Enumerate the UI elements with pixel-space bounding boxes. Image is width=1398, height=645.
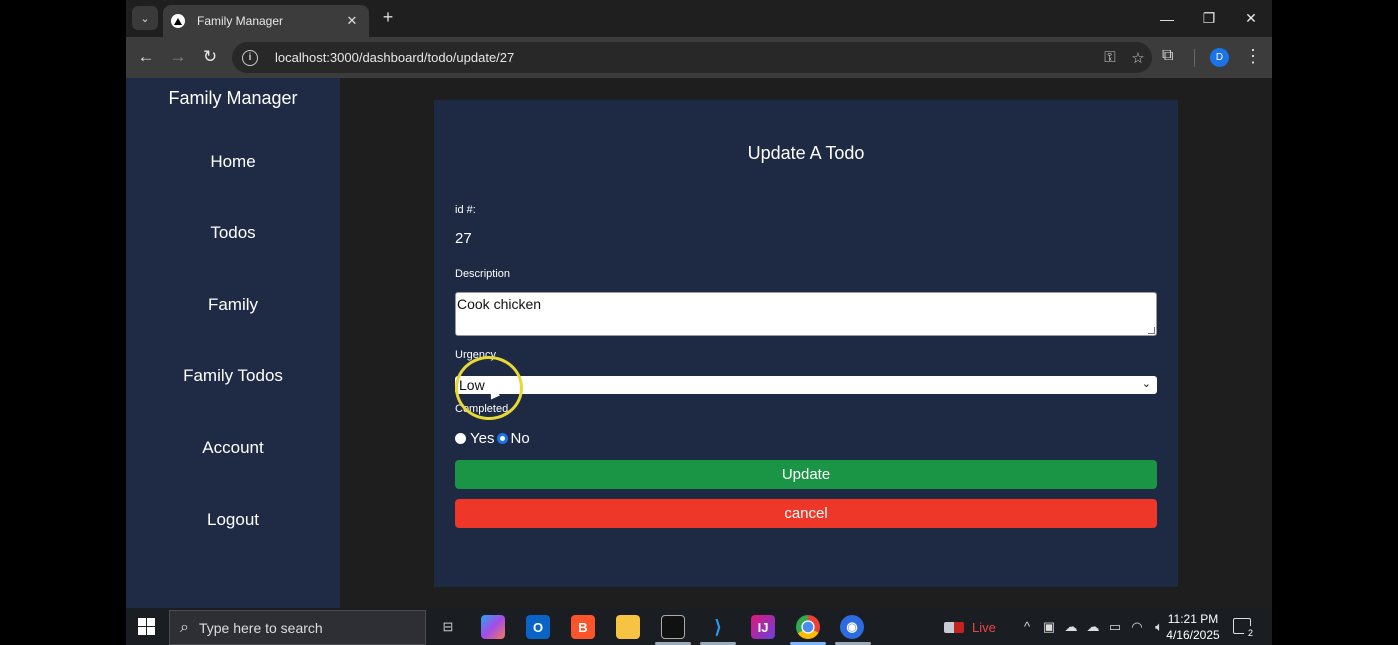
onedrive-icon[interactable]: ☁ — [1082, 619, 1104, 635]
meet-now-icon[interactable]: ▣ — [1038, 619, 1060, 635]
sidebar: Family Manager Home Todos Family Family … — [126, 78, 340, 608]
url-text[interactable]: localhost:3000/dashboard/todo/update/27 — [275, 50, 1096, 65]
completed-radio-group: Yes No — [455, 430, 530, 447]
live-widget[interactable]: Live — [944, 620, 996, 635]
description-textarea[interactable]: Cook chicken — [455, 292, 1157, 336]
sidebar-item-todos[interactable]: Todos — [126, 223, 340, 243]
cloud-sync-icon[interactable]: ☁ — [1060, 619, 1082, 635]
browser-toolbar: ← → ↻ i localhost:3000/dashboard/todo/up… — [126, 37, 1272, 78]
completed-no-label[interactable]: No — [510, 430, 529, 447]
web-page: Family Manager Home Todos Family Family … — [126, 78, 1272, 608]
description-label: Description — [455, 268, 511, 280]
extensions-puzzle-icon[interactable]: ⧉ — [1162, 47, 1173, 65]
resize-grip-icon[interactable] — [1148, 327, 1155, 334]
browser-tab-bar: ⌄ Family Manager ✕ + — ❐ ✕ — [126, 0, 1272, 37]
update-button[interactable]: Update — [455, 460, 1157, 489]
close-window-icon[interactable]: ✕ — [1230, 0, 1272, 37]
battery-icon[interactable]: ▭ — [1104, 619, 1126, 635]
id-value: 27 — [455, 230, 472, 247]
sidebar-item-logout[interactable]: Logout — [126, 510, 340, 530]
app-icon[interactable]: ◉ — [840, 615, 864, 639]
browser-menu-icon[interactable]: ⋮ — [1244, 46, 1262, 67]
completed-yes-radio[interactable] — [455, 433, 466, 444]
bookmark-star-icon[interactable]: ☆ — [1124, 49, 1152, 67]
chevron-down-icon: ⌄ — [1141, 378, 1151, 390]
show-hidden-icons-chevron-up-icon[interactable]: ^ — [1016, 619, 1038, 634]
windows-start-icon[interactable] — [138, 618, 155, 635]
sidebar-item-home[interactable]: Home — [126, 152, 340, 172]
cancel-button[interactable]: cancel — [455, 499, 1157, 528]
chrome-icon[interactable] — [796, 615, 820, 639]
sidebar-item-account[interactable]: Account — [126, 438, 340, 458]
address-bar[interactable]: i localhost:3000/dashboard/todo/update/2… — [232, 42, 1152, 73]
search-icon: ⌕ — [180, 618, 189, 636]
clock-date: 4/16/2025 — [1166, 628, 1220, 642]
new-tab-plus-icon[interactable]: + — [377, 7, 399, 28]
completed-no-radio[interactable] — [497, 433, 509, 444]
tab-search-chevron-icon[interactable]: ⌄ — [132, 6, 158, 30]
password-key-icon[interactable]: ⚿ — [1096, 49, 1124, 66]
clock-time: 11:21 PM — [1167, 612, 1219, 626]
wifi-icon[interactable]: ◠ — [1126, 619, 1148, 635]
description-value: Cook chicken — [457, 296, 542, 312]
outlook-icon[interactable]: O — [526, 615, 550, 639]
minimize-icon[interactable]: — — [1146, 0, 1188, 37]
mlb-logo-icon — [944, 622, 964, 633]
taskbar-search-box[interactable]: ⌕ Type here to search — [169, 610, 426, 645]
taskbar: ⌕ Type here to search ⊟ O B ⟩ IJ ◉ Live … — [126, 608, 1272, 645]
reload-icon[interactable]: ↻ — [198, 45, 222, 69]
notification-count-badge: 2 — [1244, 626, 1257, 639]
terminal-icon[interactable] — [661, 615, 685, 639]
tab-close-icon[interactable]: ✕ — [341, 13, 363, 29]
id-label: id #: — [455, 204, 476, 216]
browser-tab[interactable]: Family Manager ✕ — [163, 5, 369, 37]
file-explorer-icon[interactable] — [616, 615, 640, 639]
taskbar-clock[interactable]: 11:21 PM 4/16/2025 — [1162, 611, 1224, 643]
system-tray: ^ ▣ ☁ ☁ ▭ ◠ 🔈︎ — [1016, 608, 1170, 645]
intellij-icon[interactable]: IJ — [751, 615, 775, 639]
completed-yes-label[interactable]: Yes — [470, 430, 494, 447]
brave-icon[interactable]: B — [571, 615, 595, 639]
forward-arrow-icon[interactable]: → — [166, 45, 190, 69]
back-arrow-icon[interactable]: ← — [134, 45, 158, 69]
update-todo-card: Update A Todo id #: 27 Description Cook … — [434, 100, 1178, 587]
live-label: Live — [972, 620, 996, 635]
sidebar-item-family-todos[interactable]: Family Todos — [126, 366, 340, 386]
nextjs-favicon-icon — [171, 14, 185, 28]
copilot-icon[interactable] — [481, 615, 505, 639]
brand-title: Family Manager — [168, 88, 298, 108]
site-info-icon[interactable]: i — [242, 49, 258, 66]
task-view-icon[interactable]: ⊟ — [436, 615, 460, 639]
toolbar-divider — [1194, 49, 1195, 67]
page-title: Update A Todo — [747, 143, 865, 163]
search-placeholder: Type here to search — [198, 619, 323, 636]
tab-title: Family Manager — [197, 14, 284, 28]
urgency-select[interactable]: Low ⌄ — [455, 376, 1157, 394]
vscode-icon[interactable]: ⟩ — [706, 615, 730, 639]
window-controls: — ❐ ✕ — [1146, 0, 1272, 37]
sidebar-item-family[interactable]: Family — [126, 295, 340, 315]
screen: ⌄ Family Manager ✕ + — ❐ ✕ ← → ↻ i local… — [126, 0, 1272, 645]
restore-icon[interactable]: ❐ — [1188, 0, 1230, 37]
profile-avatar[interactable]: D — [1210, 48, 1229, 67]
